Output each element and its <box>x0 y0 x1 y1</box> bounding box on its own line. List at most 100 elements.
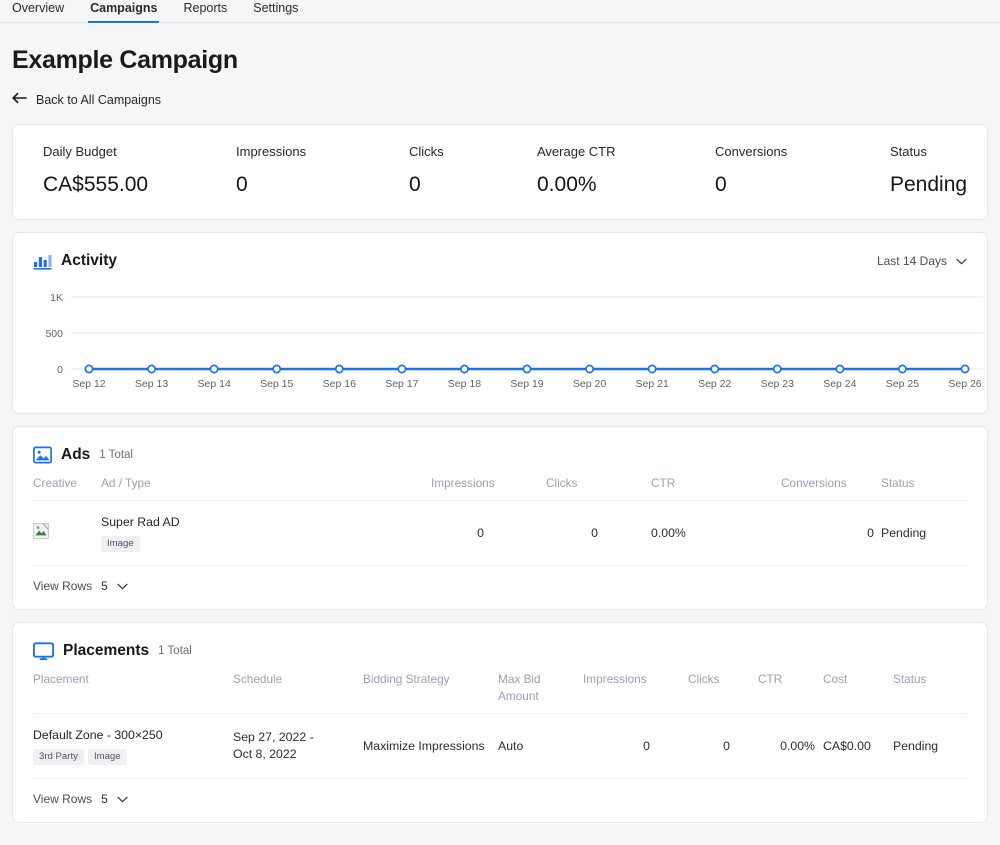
x-axis-tick-label: Sep 23 <box>761 378 794 390</box>
placement-bidding-strategy: Maximize Impressions <box>363 713 498 779</box>
x-axis-tick-label: Sep 14 <box>198 378 231 390</box>
chart-data-point[interactable] <box>585 364 595 374</box>
stat-conversions: Conversions 0 <box>685 143 860 197</box>
nav-item-overview[interactable]: Overview <box>12 0 64 22</box>
table-row[interactable]: Super Rad AD Image 0 0 0.00% 0 Pending <box>33 500 967 566</box>
nav-item-campaigns[interactable]: Campaigns <box>88 0 160 23</box>
ads-view-rows-select[interactable]: View Rows 5 <box>13 566 987 609</box>
nav-item-settings[interactable]: Settings <box>253 0 298 22</box>
activity-header: Activity Last 14 Days <box>13 233 987 271</box>
stat-label: Impressions <box>236 144 307 159</box>
col-creative: Creative <box>33 465 101 501</box>
chart-data-point[interactable] <box>459 364 469 374</box>
placements-header: Placements 1 Total <box>13 623 987 661</box>
stat-label: Average CTR <box>537 144 616 159</box>
chart-data-point[interactable] <box>710 364 720 374</box>
stat-status: Status Pending <box>860 143 985 197</box>
main-navigation: Overview Campaigns Reports Settings <box>0 0 1000 23</box>
col-max-bid-amount: Max Bid Amount <box>498 661 583 714</box>
ads-header: Ads 1 Total <box>13 427 987 465</box>
image-icon <box>33 446 52 464</box>
ads-table-body: Super Rad AD Image 0 0 0.00% 0 Pending <box>33 500 967 566</box>
stat-impressions: Impressions 0 <box>206 143 379 197</box>
placements-view-rows-select[interactable]: View Rows 5 <box>13 779 987 822</box>
x-axis-tick-label: Sep 15 <box>260 378 293 390</box>
stat-value: CA$555.00 <box>43 173 149 196</box>
chart-data-point[interactable] <box>772 364 782 374</box>
placement-ctr: 0.00% <box>758 713 823 779</box>
placement-schedule: Sep 27, 2022 - Oct 8, 2022 <box>233 713 363 779</box>
x-axis-tick-label: Sep 20 <box>573 378 606 390</box>
date-range-select[interactable]: Last 14 Days <box>877 254 967 268</box>
page-title: Example Campaign <box>12 46 238 74</box>
col-clicks: Clicks <box>546 465 651 501</box>
chart-data-point[interactable] <box>334 364 344 374</box>
stat-average-ctr: Average CTR 0.00% <box>507 143 685 197</box>
y-axis-tick-label: 500 <box>45 328 63 340</box>
stat-label: Daily Budget <box>43 144 117 159</box>
date-range-label: Last 14 Days <box>876 254 947 268</box>
table-row[interactable]: Default Zone - 300×250 3rd Party Image Se… <box>33 713 967 779</box>
chart-data-point[interactable] <box>835 364 845 374</box>
view-rows-count: 5 <box>101 792 108 806</box>
nav-item-reports[interactable]: Reports <box>183 0 227 22</box>
chart-data-point[interactable] <box>647 364 657 374</box>
chevron-down-icon <box>117 579 128 593</box>
view-rows-label: View Rows <box>33 792 93 806</box>
placement-cost: CA$0.00 <box>823 713 893 779</box>
placements-table-head: Placement Schedule Bidding Strategy Max … <box>33 661 967 714</box>
stat-daily-budget: Daily Budget CA$555.00 <box>13 143 206 197</box>
stat-value: 0.00% <box>537 173 597 196</box>
stat-label: Conversions <box>715 144 788 159</box>
activity-title: Activity <box>61 252 117 269</box>
ad-conversions: 0 <box>781 500 881 566</box>
activity-chart-svg: 0 500 1K Sep 12 Sep 13 Sep 14 Sep 15 Sep 16 Sep … <box>45 292 983 390</box>
ads-table: Creative Ad / Type Impressions Clicks CT… <box>33 465 967 566</box>
col-status: Status <box>881 465 967 501</box>
placement-max-bid: Auto <box>498 713 583 779</box>
x-axis-tick-label: Sep 25 <box>886 378 919 390</box>
x-axis-tick-label: Sep 21 <box>636 378 669 390</box>
placements-table-body: Default Zone - 300×250 3rd Party Image Se… <box>33 713 967 779</box>
col-ad-type: Ad / Type <box>101 465 431 501</box>
chart-data-point[interactable] <box>147 364 157 374</box>
col-ctr: CTR <box>758 661 823 714</box>
y-axis-tick-label: 0 <box>57 364 63 376</box>
col-schedule: Schedule <box>233 661 363 714</box>
col-clicks: Clicks <box>688 661 758 714</box>
chart-data-point[interactable] <box>522 364 532 374</box>
placement-chip-type: Image <box>87 749 127 765</box>
placements-table: Placement Schedule Bidding Strategy Max … <box>33 661 967 779</box>
page-header: Example Campaign Back to All Campaigns <box>0 23 1000 107</box>
placement-cell: Default Zone - 300×250 3rd Party Image <box>33 713 233 779</box>
ad-name-cell: Super Rad AD Image <box>101 500 431 566</box>
x-axis-tick-label: Sep 24 <box>823 378 856 390</box>
arrow-left-icon <box>12 92 27 107</box>
stat-value: 0 <box>409 173 421 196</box>
back-to-all-campaigns-link[interactable]: Back to All Campaigns <box>12 92 988 107</box>
ad-impressions: 0 <box>431 500 546 566</box>
chart-data-point[interactable] <box>84 364 94 374</box>
placements-table-wrap: Placement Schedule Bidding Strategy Max … <box>13 661 987 779</box>
col-conversions: Conversions <box>781 465 881 501</box>
stat-label: Clicks <box>409 144 444 159</box>
activity-header-right: Last 14 Days <box>877 254 967 268</box>
x-axis-tick-label: Sep 13 <box>135 378 168 390</box>
chart-data-point[interactable] <box>272 364 282 374</box>
placement-impressions: 0 <box>583 713 688 779</box>
ad-creative-cell <box>33 500 101 566</box>
x-axis-tick-label: Sep 17 <box>385 378 418 390</box>
chart-data-point[interactable] <box>209 364 219 374</box>
stat-clicks: Clicks 0 <box>379 143 507 197</box>
x-axis-tick-label: Sep 22 <box>698 378 731 390</box>
chart-data-point[interactable] <box>960 364 970 374</box>
col-status: Status <box>893 661 967 714</box>
x-axis-tick-label: Sep 19 <box>510 378 543 390</box>
chart-data-point[interactable] <box>397 364 407 374</box>
view-rows-count: 5 <box>101 579 108 593</box>
broken-image-icon <box>33 522 49 539</box>
x-axis-tick-label: Sep 26 <box>948 378 981 390</box>
chart-data-point[interactable] <box>897 364 907 374</box>
y-axis-tick-label: 1K <box>50 292 63 304</box>
stat-value: 0 <box>715 173 727 196</box>
